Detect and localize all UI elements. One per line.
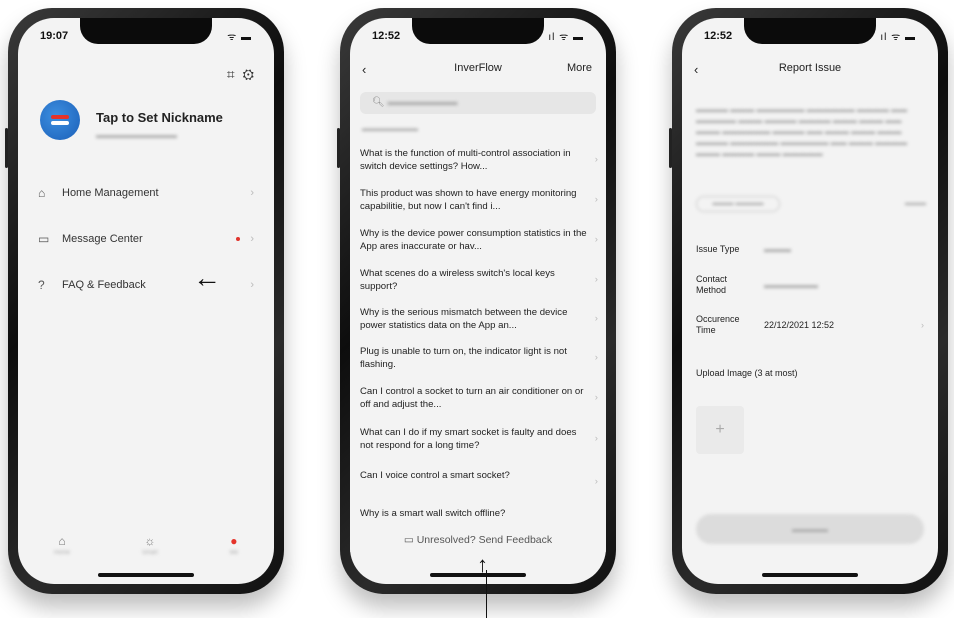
chevron-right-icon: › bbox=[594, 476, 598, 487]
faq-screen: 12:52 ıl ᯤ ▬ ‹ InverFlow More 🔍︎ ▬▬▬▬▬▬▬… bbox=[350, 18, 606, 584]
occurrence-time-row[interactable]: Occurence Time 22/12/2021 12:52 › bbox=[696, 314, 924, 340]
report-issue-screen: 12:52 ıl ᯤ ▬ ‹ Report Issue ▬▬▬▬ ▬▬▬ ▬▬▬… bbox=[682, 18, 938, 584]
chat-icon: ▭ bbox=[403, 534, 414, 546]
faq-item[interactable]: This product was shown to have energy mo… bbox=[360, 188, 598, 213]
tab-smart[interactable]: ☼ Smart bbox=[142, 534, 158, 556]
tab-me[interactable]: ● Me bbox=[230, 534, 238, 556]
upload-image-label: Upload Image (3 at most) bbox=[696, 368, 798, 378]
device-chip[interactable]: ▬▬▬ ▬▬▬▬ bbox=[696, 196, 780, 212]
issue-type-select[interactable]: ▬▬▬ bbox=[764, 244, 791, 254]
more-button[interactable]: More bbox=[567, 62, 592, 74]
search-icon: 🔍︎ bbox=[372, 97, 385, 108]
contact-method-label: Contact Method bbox=[696, 274, 728, 295]
tab-bar: ⌂ Home ☼ Smart ● Me bbox=[18, 534, 274, 556]
nav-title: InverFlow bbox=[454, 62, 502, 74]
status-time: 19:07 bbox=[40, 30, 69, 42]
faq-item[interactable]: Can I control a socket to turn an air co… bbox=[360, 386, 598, 411]
search-input[interactable]: 🔍︎ ▬▬▬▬▬▬▬ bbox=[360, 92, 596, 114]
up-arrow-annotation: ↑ bbox=[477, 552, 497, 618]
chevron-right-icon: › bbox=[594, 154, 598, 165]
chevron-right-icon: › bbox=[594, 194, 598, 205]
help-icon: ? bbox=[38, 278, 45, 292]
phone-2: 12:52 ıl ᯤ ▬ ‹ InverFlow More 🔍︎ ▬▬▬▬▬▬▬… bbox=[337, 8, 616, 594]
chevron-right-icon: › bbox=[250, 279, 254, 291]
faq-item[interactable]: What can I do if my smart socket is faul… bbox=[360, 427, 598, 452]
tab-home[interactable]: ⌂ Home bbox=[54, 534, 70, 556]
menu-faq-feedback[interactable]: ? FAQ & Feedback › bbox=[38, 270, 254, 300]
nav-bar: ‹ Report Issue bbox=[694, 62, 926, 84]
faq-item[interactable]: Plug is unable to turn on, the indicator… bbox=[360, 346, 598, 371]
submit-button[interactable]: ▬▬▬▬ bbox=[696, 514, 924, 544]
account-subtitle: ▬▬▬▬▬▬▬▬▬ bbox=[96, 130, 177, 140]
menu-label: Home Management bbox=[62, 187, 159, 199]
profile-screen: 19:07 ᯤ ▬ ⌗⚙ Tap to Set Nickname ▬▬▬▬▬▬▬… bbox=[18, 18, 274, 584]
chevron-right-icon: › bbox=[594, 433, 598, 444]
device-right-label: ▬▬▬ bbox=[905, 200, 926, 207]
status-icons: ᯤ ▬ bbox=[227, 32, 252, 43]
nickname-label[interactable]: Tap to Set Nickname bbox=[96, 110, 223, 125]
faq-item[interactable]: What scenes do a wireless switch's local… bbox=[360, 268, 598, 293]
menu-label: Message Center bbox=[62, 233, 143, 245]
issue-type-row[interactable]: Issue Type ▬▬▬ bbox=[696, 244, 924, 260]
intro-text: ▬▬▬▬ ▬▬▬ ▬▬▬▬▬▬ ▬▬▬▬▬▬ ▬▬▬▬ ▬▬ ▬▬▬▬▬ ▬▬▬… bbox=[696, 105, 908, 158]
issue-type-label: Issue Type bbox=[696, 244, 740, 254]
nav-bar: ‹ InverFlow More bbox=[362, 62, 594, 84]
phone-3: 12:52 ıl ᯤ ▬ ‹ Report Issue ▬▬▬▬ ▬▬▬ ▬▬▬… bbox=[669, 8, 948, 594]
status-icons: ıl ᯤ ▬ bbox=[548, 32, 584, 43]
unread-dot bbox=[236, 237, 240, 241]
add-image-button[interactable]: + bbox=[696, 406, 744, 454]
contact-method-row[interactable]: Contact Method ▬▬▬▬▬▬ bbox=[696, 274, 924, 300]
chevron-right-icon: › bbox=[594, 313, 598, 324]
faq-item[interactable]: Can I voice control a smart socket? › bbox=[360, 470, 598, 487]
faq-item[interactable]: Why is a smart wall switch offline? bbox=[360, 508, 592, 521]
occurrence-time-label: Occurence Time bbox=[696, 314, 740, 335]
message-icon: ▭ bbox=[38, 232, 50, 246]
plus-icon: + bbox=[715, 421, 725, 438]
notch bbox=[80, 18, 212, 44]
notch bbox=[412, 18, 544, 44]
profile-icon: ● bbox=[230, 534, 238, 548]
home-icon: ⌂ bbox=[38, 186, 46, 200]
header-icons: ⌗⚙ bbox=[227, 66, 262, 83]
chevron-right-icon: › bbox=[921, 320, 924, 330]
settings-icon[interactable]: ⚙ bbox=[243, 66, 262, 82]
menu-message-center[interactable]: ▭ Message Center › bbox=[38, 224, 254, 254]
send-feedback-button[interactable]: ▭ Unresolved? Send Feedback bbox=[350, 526, 606, 552]
status-time: 12:52 bbox=[704, 30, 733, 42]
contact-method-input[interactable]: ▬▬▬▬▬▬ bbox=[764, 280, 818, 290]
scan-icon[interactable]: ⌗ bbox=[227, 66, 243, 82]
faq-item[interactable]: What is the function of multi-control as… bbox=[360, 148, 598, 173]
scene-icon: ☼ bbox=[144, 534, 156, 548]
notch bbox=[744, 18, 876, 44]
avatar[interactable] bbox=[40, 100, 80, 140]
status-icons: ıl ᯤ ▬ bbox=[880, 32, 916, 43]
phone-1: 19:07 ᯤ ▬ ⌗⚙ Tap to Set Nickname ▬▬▬▬▬▬▬… bbox=[5, 8, 284, 594]
home-icon: ⌂ bbox=[58, 534, 66, 548]
nav-title: Report Issue bbox=[778, 62, 842, 74]
arrow-line bbox=[486, 570, 487, 618]
home-indicator bbox=[762, 573, 858, 577]
upload-image-row: Upload Image (3 at most) bbox=[696, 368, 924, 382]
occurrence-time-value[interactable]: 22/12/2021 12:52 bbox=[764, 320, 834, 330]
feedback-label: Unresolved? Send Feedback bbox=[416, 534, 553, 546]
faq-item[interactable]: Why is the serious mismatch between the … bbox=[360, 307, 598, 332]
left-arrow-annotation: ← bbox=[193, 262, 221, 293]
chevron-right-icon: › bbox=[250, 187, 254, 199]
section-header: ▬▬▬▬▬▬▬ bbox=[362, 124, 418, 133]
chevron-right-icon: › bbox=[250, 233, 254, 245]
chevron-right-icon: › bbox=[594, 392, 598, 403]
chevron-right-icon: › bbox=[594, 274, 598, 285]
home-indicator bbox=[98, 573, 194, 577]
menu-home-management[interactable]: ⌂ Home Management › bbox=[38, 178, 254, 208]
menu-label: FAQ & Feedback bbox=[62, 279, 146, 291]
chevron-right-icon: › bbox=[594, 352, 598, 363]
faq-item[interactable]: Why is the device power consumption stat… bbox=[360, 228, 598, 253]
chevron-right-icon: › bbox=[594, 234, 598, 245]
status-time: 12:52 bbox=[372, 30, 401, 42]
